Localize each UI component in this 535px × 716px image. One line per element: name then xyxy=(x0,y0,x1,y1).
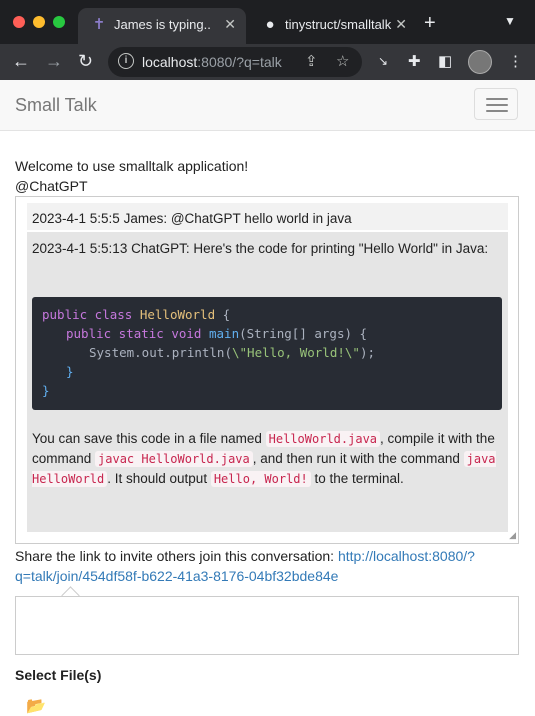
message-outro: You can save this code in a file named H… xyxy=(32,431,496,487)
sidepanel-icon[interactable]: ◧ xyxy=(438,52,452,70)
hamburger-bar xyxy=(486,110,508,112)
tab-smalltalk[interactable]: ✝ James is typing.. ✕ xyxy=(78,8,246,44)
star-icon[interactable]: ☆ xyxy=(336,52,349,70)
back-arrow-icon[interactable]: ← xyxy=(12,51,30,72)
close-tab-icon[interactable]: ✕ xyxy=(224,16,236,33)
inline-code: HelloWorld.java xyxy=(265,431,381,447)
chat-history[interactable]: 2023-4-1 5:5:5 James: @ChatGPT hello wor… xyxy=(15,196,519,544)
navbar: Small Talk xyxy=(0,80,535,131)
folder-icon[interactable]: 📂 xyxy=(26,696,46,716)
maximize-window-button[interactable] xyxy=(53,16,65,28)
url-text[interactable]: localhost:8080/?q=talk xyxy=(142,54,282,70)
github-icon: ● xyxy=(265,16,275,33)
select-files-label: Select File(s) xyxy=(15,667,102,683)
chevron-down-icon[interactable]: ▼ xyxy=(504,14,516,28)
extension-icon[interactable]: ↘ xyxy=(378,54,388,68)
hamburger-bar xyxy=(486,104,508,106)
address-bar[interactable]: i localhost:8080/?q=talk ⇪ ☆ xyxy=(108,47,362,77)
inline-code: javac HelloWorld.java xyxy=(95,451,253,467)
code-line: } xyxy=(42,383,50,398)
share-icon[interactable]: ⇪ xyxy=(305,52,318,70)
resize-handle-icon[interactable]: ◢ xyxy=(509,530,516,541)
message-user: 2023-4-1 5:5:5 James: @ChatGPT hello wor… xyxy=(27,203,508,230)
tab-title: James is typing.. xyxy=(114,17,211,32)
browser-titlebar: ✝ James is typing.. ✕ ● tinystruct/small… xyxy=(0,0,535,44)
brand-title[interactable]: Small Talk xyxy=(15,95,97,116)
welcome-block: Welcome to use smalltalk application! @C… xyxy=(15,156,248,196)
share-block: Share the link to invite others join thi… xyxy=(15,546,515,586)
hamburger-menu-button[interactable] xyxy=(474,88,518,120)
reload-icon[interactable]: ↻ xyxy=(78,51,93,72)
welcome-text: Welcome to use smalltalk application! xyxy=(15,158,249,174)
close-window-button[interactable] xyxy=(13,16,25,28)
code-line: public static void main(String[] args) { xyxy=(66,326,368,341)
browser-toolbar: ← → ↻ i localhost:8080/?q=talk ⇪ ☆ ↘ ✚ ◧… xyxy=(0,44,535,80)
message-assistant: 2023-4-1 5:5:13 ChatGPT: Here's the code… xyxy=(27,232,508,532)
code-line: public class HelloWorld { xyxy=(42,307,231,322)
mention-text: @ChatGPT xyxy=(15,178,88,194)
message-intro: 2023-4-1 5:5:13 ChatGPT: Here's the code… xyxy=(32,241,489,256)
code-line: System.out.println(\"Hello, World!\"); xyxy=(89,345,375,360)
forward-arrow-icon[interactable]: → xyxy=(45,51,63,72)
avatar[interactable] xyxy=(468,50,492,74)
message-text: 2023-4-1 5:5:5 James: @ChatGPT hello wor… xyxy=(32,211,352,226)
tab-github[interactable]: ● tinystruct/smalltalk ✕ xyxy=(249,8,417,44)
menu-dots-icon[interactable]: ⋮ xyxy=(508,52,523,70)
share-text: Share the link to invite others join thi… xyxy=(15,548,338,564)
message-input[interactable] xyxy=(15,596,519,655)
hamburger-bar xyxy=(486,98,508,100)
code-line: } xyxy=(66,364,74,379)
code-block: public class HelloWorld { public static … xyxy=(32,297,502,410)
puzzle-icon[interactable]: ✚ xyxy=(408,52,421,70)
tab-title: tinystruct/smalltalk xyxy=(285,17,392,32)
minimize-window-button[interactable] xyxy=(33,16,45,28)
cross-icon: ✝ xyxy=(92,16,106,33)
close-tab-icon[interactable]: ✕ xyxy=(395,16,407,33)
new-tab-button[interactable]: + xyxy=(424,12,436,35)
info-icon[interactable]: i xyxy=(118,53,134,69)
inline-code: Hello, World! xyxy=(210,471,311,487)
